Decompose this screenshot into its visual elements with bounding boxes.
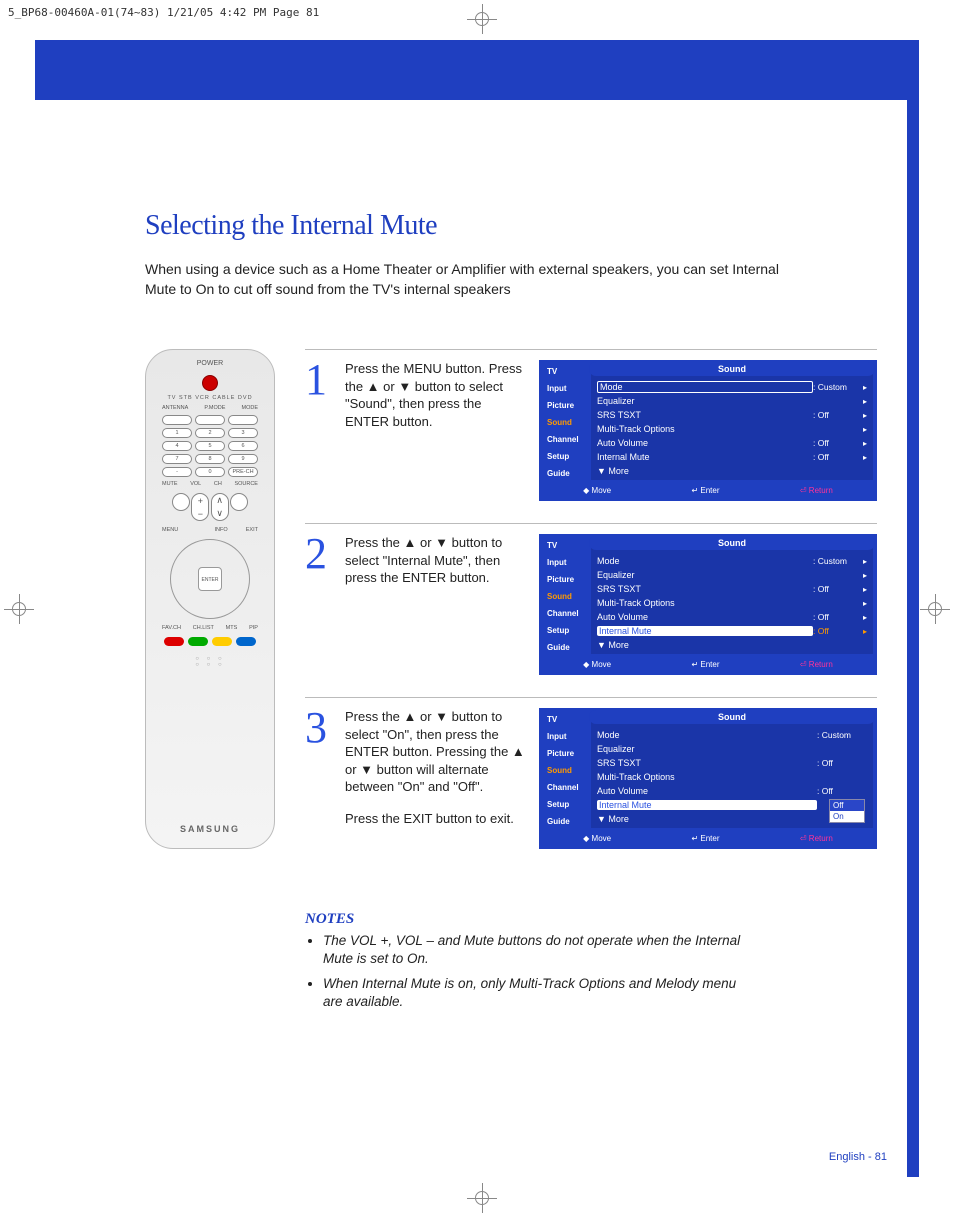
osd-row: Mode: Custom [595, 554, 869, 568]
osd-tab: Input [543, 729, 589, 745]
osd-row: ▼ More [595, 638, 869, 652]
osd-tab: TV [543, 538, 589, 554]
page-title: Selecting the Internal Mute [145, 210, 877, 242]
osd-tab: Guide [543, 640, 589, 656]
osd-tab: Channel [543, 606, 589, 622]
step-text: Press the ▲ or ▼ button to select "On", … [345, 708, 525, 827]
osd-tab: TV [543, 712, 589, 728]
osd-row: Equalizer [595, 394, 869, 408]
source-icon [230, 493, 248, 511]
osd-row: Internal Mute: Off [595, 450, 869, 464]
osd-row: Mode: Custom [595, 380, 869, 394]
osd-row: Internal Mute [595, 798, 869, 812]
osd-tab: Sound [543, 589, 589, 605]
osd-row: Equalizer [595, 568, 869, 582]
content-row: POWER TV STB VCR CABLE DVD ANTENNA P.MOD… [145, 349, 877, 871]
intro-text: When using a device such as a Home Theat… [145, 260, 795, 299]
osd-tab: Input [543, 381, 589, 397]
remote-control-illustration: POWER TV STB VCR CABLE DVD ANTENNA P.MOD… [145, 349, 275, 849]
mute-icon [172, 493, 190, 511]
osd-row: Multi-Track Options [595, 422, 869, 436]
osd-row: SRS TSXT: Off [595, 408, 869, 422]
osd-tab: TV [543, 364, 589, 380]
osd-tab: Guide [543, 814, 589, 830]
osd-row: SRS TSXT: Off [595, 582, 869, 596]
page-frame: Selecting the Internal Mute When using a… [35, 40, 919, 1177]
notes-list: The VOL +, VOL – and Mute buttons do not… [305, 932, 745, 1011]
osd-tab: Sound [543, 415, 589, 431]
registration-mark-right [920, 594, 950, 624]
osd-tab: Setup [543, 797, 589, 813]
exit-instruction: Press the EXIT button to exit. [345, 810, 525, 828]
osd-panel-title: Sound [589, 362, 875, 376]
osd-screenshot: TVInputPictureSoundChannelSetupGuideSoun… [539, 360, 877, 501]
osd-tab: Channel [543, 780, 589, 796]
step-1: 1 Press the MENU button. Press the ▲ or ▼… [305, 349, 877, 523]
registration-mark-left [4, 594, 34, 624]
registration-mark-bottom [467, 1183, 497, 1213]
page-footer: English - 81 [829, 1151, 887, 1163]
brand-logo: SAMSUNG [146, 824, 274, 834]
power-label: POWER [154, 360, 266, 367]
notes-heading: NOTES [305, 911, 745, 928]
step-number: 3 [305, 708, 331, 748]
osd-row: Auto Volume: Off [595, 436, 869, 450]
osd-tab: Input [543, 555, 589, 571]
power-button-icon [202, 375, 218, 391]
osd-footer: ◆ Move↵ Enter⏎ Return [543, 832, 873, 845]
osd-row: Auto Volume: Off [595, 784, 869, 798]
osd-tab: Picture [543, 572, 589, 588]
osd-row: Multi-Track Options [595, 596, 869, 610]
osd-tab: Setup [543, 623, 589, 639]
osd-footer: ◆ Move↵ Enter⏎ Return [543, 484, 873, 497]
osd-tab: Channel [543, 432, 589, 448]
osd-panel-title: Sound [589, 536, 875, 550]
dpad: ENTER [170, 539, 250, 619]
osd-row: SRS TSXT: Off [595, 756, 869, 770]
print-header: 5_BP68-00460A-01(74~83) 1/21/05 4:42 PM … [0, 0, 327, 25]
device-labels: TV STB VCR CABLE DVD [154, 395, 266, 401]
osd-row: Mode: Custom [595, 728, 869, 742]
note-item: When Internal Mute is on, only Multi-Tra… [323, 975, 745, 1011]
step-3: 3 Press the ▲ or ▼ button to select "On",… [305, 697, 877, 871]
step-text: Press the ▲ or ▼ button to select "Inter… [345, 534, 525, 587]
osd-popup: OffOn [829, 799, 865, 823]
steps-column: 1 Press the MENU button. Press the ▲ or ▼… [305, 349, 877, 871]
osd-tab: Picture [543, 746, 589, 762]
osd-row: ▼ More [595, 812, 869, 826]
notes-block: NOTES The VOL +, VOL – and Mute buttons … [305, 911, 745, 1011]
osd-panel-title: Sound [589, 710, 875, 724]
osd-row: Multi-Track Options [595, 770, 869, 784]
osd-row: Auto Volume: Off [595, 610, 869, 624]
osd-row: ▼ More [595, 464, 869, 478]
step-number: 2 [305, 534, 331, 574]
note-item: The VOL +, VOL – and Mute buttons do not… [323, 932, 745, 968]
osd-row: Equalizer [595, 742, 869, 756]
osd-row: Internal Mute: Off [595, 624, 869, 638]
osd-screenshot: TVInputPictureSoundChannelSetupGuideSoun… [539, 708, 877, 849]
osd-tab: Guide [543, 466, 589, 482]
osd-footer: ◆ Move↵ Enter⏎ Return [543, 658, 873, 671]
mode-row: ANTENNA P.MODE MODE [154, 405, 266, 411]
step-text: Press the MENU button. Press the ▲ or ▼ … [345, 360, 525, 430]
osd-tab: Setup [543, 449, 589, 465]
osd-tab: Sound [543, 763, 589, 779]
osd-screenshot: TVInputPictureSoundChannelSetupGuideSoun… [539, 534, 877, 675]
step-2: 2 Press the ▲ or ▼ button to select "Inte… [305, 523, 877, 697]
step-number: 1 [305, 360, 331, 400]
osd-tab: Picture [543, 398, 589, 414]
registration-mark-top [467, 4, 497, 34]
